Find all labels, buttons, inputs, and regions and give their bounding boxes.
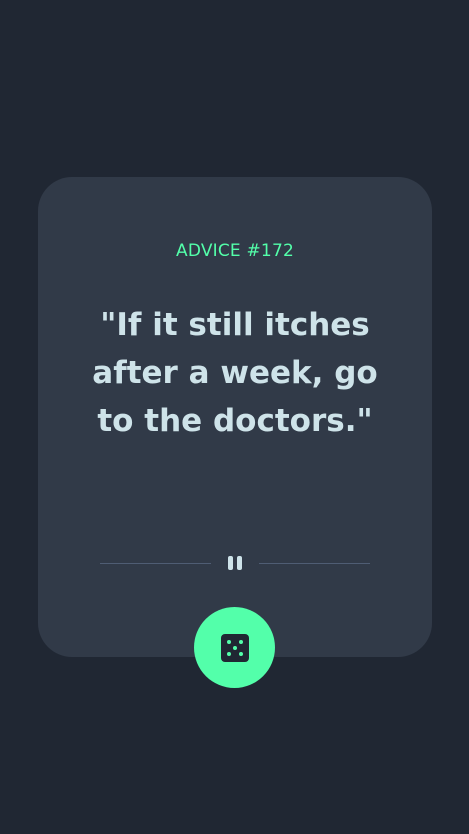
generate-advice-button[interactable] [194, 607, 275, 688]
divider [100, 554, 370, 574]
advice-quote: "If it still itches after a week, go to … [92, 307, 378, 439]
divider-line-left [100, 563, 211, 564]
divider-line-right [259, 563, 370, 564]
dice-icon [220, 633, 249, 662]
advice-id-label: ADVICE #172 [176, 241, 294, 261]
advice-card: ADVICE #172 "If it still itches after a … [38, 177, 432, 657]
pause-icon [228, 556, 242, 570]
